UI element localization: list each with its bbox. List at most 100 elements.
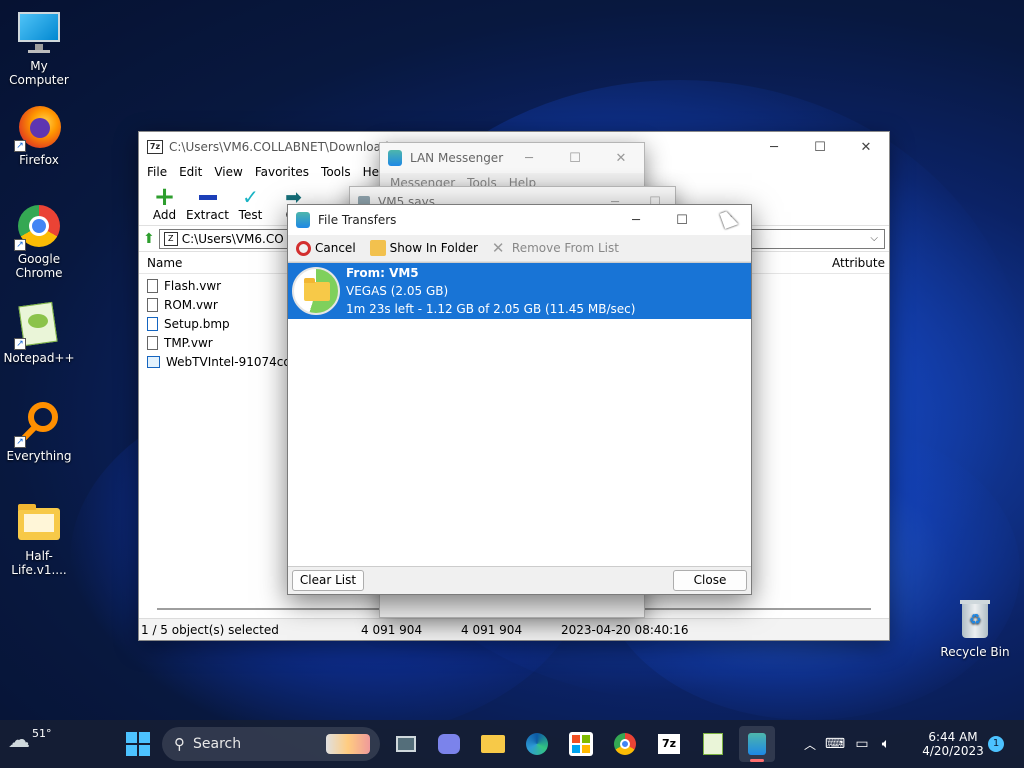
system-tray: ︿ ⌨ ▭ 🔈︎ [800, 720, 898, 768]
cancel-icon [296, 240, 311, 256]
lan-messenger-app-icon [296, 212, 310, 228]
folder-icon [16, 500, 62, 546]
notification-badge[interactable]: 1 [988, 736, 1004, 752]
desktop-icon-notepad-plus-plus[interactable]: ↗ Notepad++ [0, 301, 78, 365]
maximize-button[interactable]: ☐ [797, 132, 843, 162]
notepad-plus-plus-icon [703, 733, 723, 755]
chevron-down-icon[interactable]: ⌵ [870, 233, 878, 244]
desktop-icon-half-life[interactable]: Half-Life.v1.... [0, 500, 78, 577]
chat-icon [438, 734, 460, 754]
close-button[interactable]: ✕ [843, 132, 889, 162]
weather-widget[interactable]: ☁ 51° [8, 727, 52, 753]
file-icon [147, 297, 158, 312]
minimize-button[interactable]: ─ [613, 205, 659, 235]
chrome-taskbar-button[interactable] [607, 726, 643, 762]
task-view-button[interactable] [388, 726, 424, 762]
minus-icon [186, 186, 229, 208]
chevron-up-icon[interactable]: ︿ [800, 736, 820, 753]
desktop-icon-firefox[interactable]: ↗ Firefox [0, 104, 78, 167]
transfer-item[interactable]: From: VM5 VEGAS (2.05 GB) 1m 23s left - … [288, 263, 751, 319]
recycle-bin-icon: ♻ [952, 596, 998, 642]
file-transfers-titlebar[interactable]: File Transfers ─ ☐ ✕ [288, 205, 751, 235]
folder-up-icon[interactable]: ⬆ [143, 231, 155, 247]
desktop-icon-everything[interactable]: ↗ Everything [0, 400, 78, 463]
transfer-progress-ring [292, 267, 340, 315]
file-transfers-window: File Transfers ─ ☐ ✕ Cancel Show In Fold… [287, 204, 752, 595]
cancel-button[interactable]: Cancel [296, 240, 356, 256]
taskbar-search[interactable]: ⚲ Search [162, 727, 380, 761]
image-file-icon [147, 316, 158, 331]
folder-icon [304, 278, 330, 301]
minimize-button[interactable]: ─ [506, 143, 552, 173]
add-button[interactable]: + Add [143, 182, 186, 225]
maximize-button[interactable]: ☐ [552, 143, 598, 173]
lan-messenger-titlebar[interactable]: LAN Messenger ─ ☐ ✕ [380, 143, 644, 173]
lan-messenger-app-icon [388, 150, 402, 166]
file-explorer-button[interactable] [475, 726, 511, 762]
cloud-icon: ☁ [8, 728, 30, 753]
task-view-icon [396, 736, 416, 752]
file-icon [147, 278, 158, 293]
volume-icon[interactable]: 🔈︎ [874, 736, 898, 752]
desktop-icon-google-chrome[interactable]: ↗ Google Chrome [0, 203, 78, 280]
sevenzip-icon: 7z [658, 734, 680, 754]
desktop-icon-recycle-bin[interactable]: ♻ Recycle Bin [936, 596, 1014, 659]
status-packed-size: 4 091 904 [461, 622, 523, 637]
maximize-button[interactable]: ☐ [659, 205, 705, 235]
shortcut-arrow-icon: ↗ [14, 436, 26, 448]
shortcut-arrow-icon: ↗ [14, 140, 26, 152]
monitor-icon [16, 10, 62, 56]
minimize-button[interactable]: ─ [751, 132, 797, 162]
notepad-plus-plus-icon: ↗ [14, 301, 62, 350]
menu-favorites[interactable]: Favorites [249, 165, 315, 179]
executable-icon [147, 355, 160, 368]
edge-button[interactable] [519, 726, 555, 762]
lan-messenger-icon [748, 733, 766, 755]
sevenzip-taskbar-button[interactable]: 7z [651, 726, 687, 762]
store-button[interactable] [563, 726, 599, 762]
test-button[interactable]: ✓ Test [229, 185, 272, 225]
desktop-icon-my-computer[interactable]: My Computer [0, 10, 78, 87]
archive-icon: Z [163, 231, 178, 246]
search-highlight-icon [326, 734, 370, 754]
chrome-icon [614, 733, 636, 755]
clear-list-button[interactable]: Clear List [292, 569, 364, 591]
menu-tools[interactable]: Tools [315, 165, 357, 179]
lan-messenger-taskbar-button[interactable] [739, 726, 775, 762]
firefox-icon: ↗ [14, 104, 62, 152]
close-dialog-button[interactable]: Close [673, 569, 747, 591]
remove-from-list-button[interactable]: ✕ Remove From List [492, 240, 619, 256]
extract-button[interactable]: Extract [186, 186, 229, 225]
show-in-folder-button[interactable]: Show In Folder [369, 240, 478, 256]
desktop-icon-label: My Computer [9, 59, 69, 87]
menu-edit[interactable]: Edit [173, 165, 208, 179]
transfer-list: From: VM5 VEGAS (2.05 GB) 1m 23s left - … [288, 262, 751, 567]
notepad-taskbar-button[interactable] [695, 726, 731, 762]
menu-file[interactable]: File [141, 165, 173, 179]
windows-logo-icon [126, 732, 150, 756]
transfer-file: VEGAS (2.05 GB) [346, 284, 449, 298]
start-button[interactable] [120, 726, 156, 762]
active-indicator [750, 759, 764, 762]
remove-icon: ✕ [491, 239, 505, 257]
close-button[interactable]: ✕ [598, 143, 644, 173]
clock[interactable]: 6:44 AM 4/20/2023 [921, 720, 985, 768]
shortcut-arrow-icon: ↗ [14, 239, 26, 251]
keyboard-icon[interactable]: ⌨ [820, 736, 850, 752]
desktop-icon-label: Recycle Bin [940, 645, 1010, 659]
teams-chat-button[interactable] [431, 726, 467, 762]
transfer-progress-text: 1m 23s left - 1.12 GB of 2.05 GB (11.45 … [346, 302, 636, 316]
plus-icon: + [153, 182, 176, 212]
column-header-attributes[interactable]: Attribute [832, 256, 889, 270]
network-icon[interactable]: ▭ [850, 736, 874, 752]
weather-temp: 51° [32, 727, 52, 740]
transfer-sender: From: VM5 [346, 266, 419, 280]
folder-icon [481, 735, 505, 753]
menu-view[interactable]: View [208, 165, 248, 179]
status-date: 2023-04-20 08:40:16 [561, 622, 689, 637]
sevenzip-app-icon: 7z [147, 140, 163, 154]
desktop-icon-label: Half-Life.v1.... [11, 549, 67, 577]
sevenzip-statusbar: 1 / 5 object(s) selected 4 091 904 4 091… [139, 618, 889, 640]
taskbar: ☁ 51° ⚲ Search 7z ︿ ⌨ ▭ 🔈︎ 6:44 AM 4/20/… [0, 720, 1024, 768]
status-selected: 1 / 5 object(s) selected [141, 622, 279, 637]
